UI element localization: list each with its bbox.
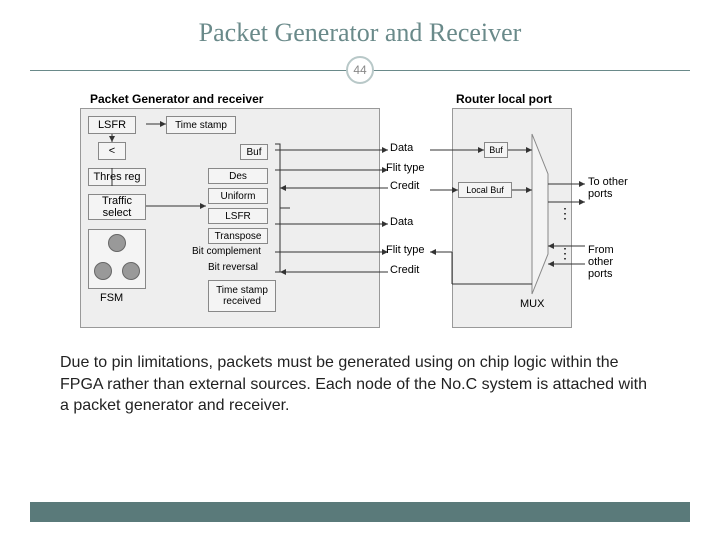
block-transpose: Transpose [208,228,268,244]
block-buf1: Buf [240,144,268,160]
label-from-other: From other ports [588,244,638,280]
block-uniform: Uniform [208,188,268,204]
block-thres: Thres reg [88,168,146,186]
panel-generator-title: Packet Generator and receiver [90,92,263,106]
label-flit1: Flit type [386,162,425,174]
panel-router-title: Router local port [456,92,552,106]
block-lsfr: LSFR [88,116,136,134]
label-data1: Data [390,142,413,154]
block-diagram: Packet Generator and receiver Router loc… [80,94,640,334]
block-lsfr2: LSFR [208,208,268,224]
label-flit2: Flit type [386,244,425,256]
dots-out: ⋮ [558,210,572,216]
label-fsm: FSM [100,292,123,304]
dots-in: ⋮ [558,250,572,256]
block-comparator: < [98,142,126,160]
label-data2: Data [390,216,413,228]
label-mux: MUX [520,298,544,310]
block-traffic: Traffic select [88,194,146,220]
page-number-circle: 44 [346,56,374,84]
fsm-node-1 [108,234,126,252]
label-credit2: Credit [390,264,419,276]
panel-router [452,108,572,328]
block-des: Des [208,168,268,184]
block-localbuf: Local Buf [458,182,512,198]
block-timestamp: Time stamp [166,116,236,134]
title-divider: 44 [30,56,690,84]
label-to-other: To other ports [588,176,638,200]
fsm-node-2 [94,262,112,280]
page-title: Packet Generator and Receiver [30,18,690,48]
block-bitcomp: Bit complement [192,246,261,257]
block-bitrev: Bit reversal [208,262,258,273]
block-buf2: Buf [484,142,508,158]
label-credit1: Credit [390,180,419,192]
fsm-node-3 [122,262,140,280]
caption-text: Due to pin limitations, packets must be … [30,352,690,417]
slide: Packet Generator and Receiver 44 Packet … [0,0,720,540]
footer-bar [30,502,690,522]
block-ts-recv: Time stamp received [208,280,276,312]
